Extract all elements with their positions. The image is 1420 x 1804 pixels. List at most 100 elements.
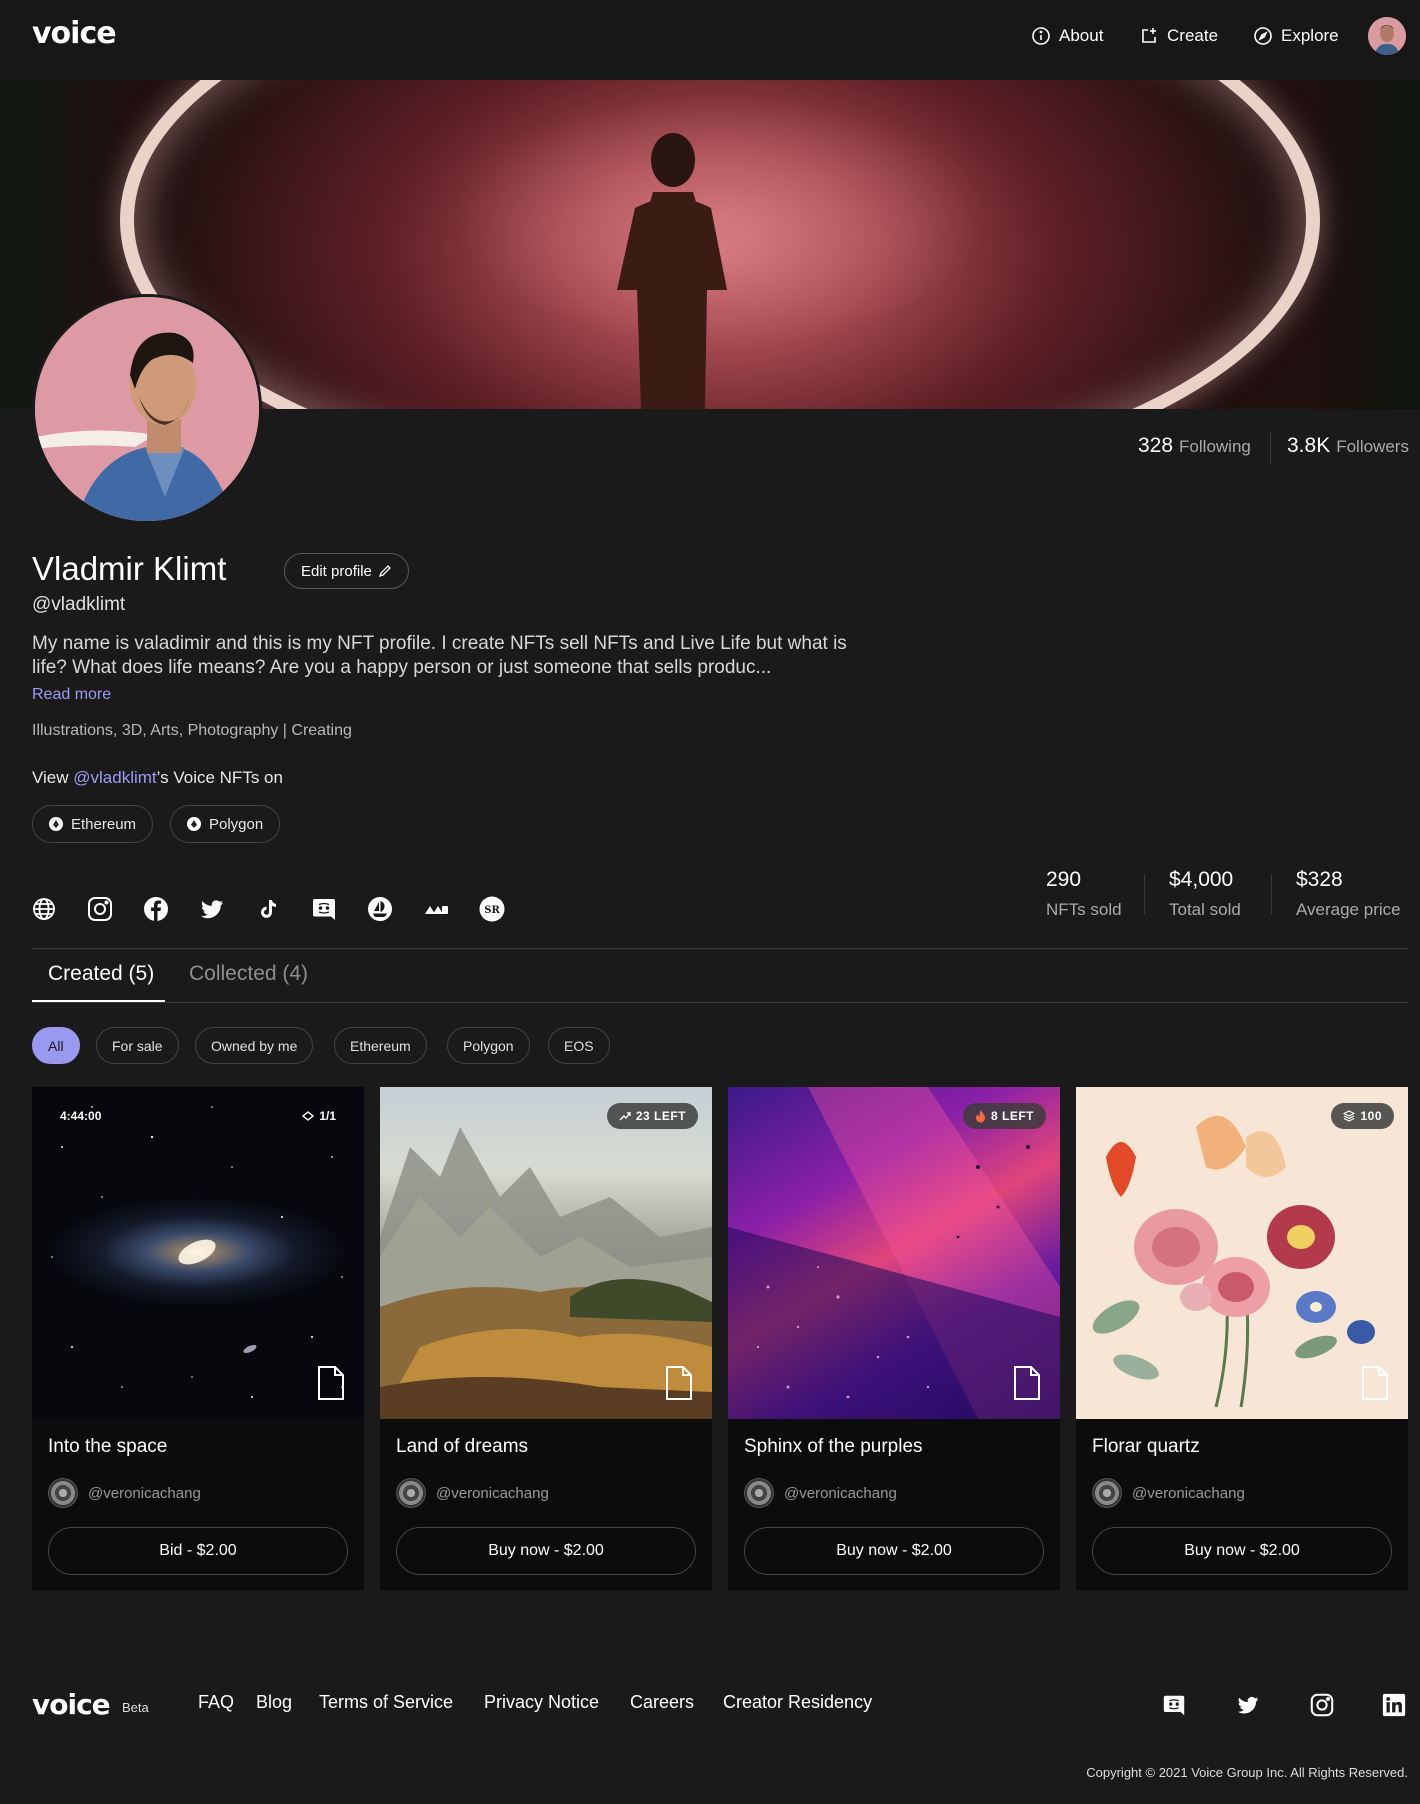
edit-profile-label: Edit profile — [301, 562, 372, 580]
profile-name: Vladmir Klimt — [32, 550, 227, 587]
tab-collected[interactable]: Collected (4) — [189, 962, 308, 986]
nft-image[interactable]: 4:44:00 1/1 — [32, 1087, 364, 1419]
file-icon — [318, 1366, 344, 1400]
view-handle-link[interactable]: @vladklimt — [73, 768, 156, 787]
footer-link-terms[interactable]: Terms of Service — [319, 1692, 453, 1713]
buy-now-button[interactable]: Buy now - $2.00 — [396, 1527, 696, 1575]
trending-icon — [619, 1112, 631, 1121]
bid-button[interactable]: Bid - $2.00 — [48, 1527, 348, 1575]
discord-icon[interactable] — [310, 895, 338, 923]
twitter-icon[interactable] — [198, 895, 226, 923]
layers-icon — [1343, 1110, 1356, 1122]
following-count: 328 — [1138, 434, 1174, 457]
chain-ethereum-button[interactable]: Ethereum — [32, 805, 154, 843]
voice-logo[interactable]: voice — [32, 16, 117, 51]
flame-icon — [975, 1109, 985, 1122]
nfts-sold-stat: 290 NFTs sold — [1046, 868, 1122, 920]
nft-title[interactable]: Land of dreams — [396, 1436, 528, 1458]
nft-creator[interactable]: @veronicachang — [1092, 1478, 1245, 1508]
total-sold-stat: $4,000 Total sold — [1169, 868, 1241, 920]
linkedin-icon[interactable] — [1381, 1692, 1407, 1718]
profile-bio: My name is valadimir and this is my NFT … — [32, 633, 847, 678]
filter-polygon[interactable]: Polygon — [447, 1027, 530, 1064]
footer-link-creator-residency[interactable]: Creator Residency — [723, 1692, 872, 1713]
nft-card[interactable]: 23 LEFT Land of dreams @veronicachang Bu… — [380, 1087, 712, 1590]
tabs-baseline — [32, 1002, 1408, 1003]
profile-photo — [35, 297, 259, 521]
following-stat[interactable]: 328 Following — [1138, 434, 1251, 464]
creator-handle: @veronicachang — [1132, 1484, 1245, 1502]
creator-handle: @veronicachang — [784, 1484, 897, 1502]
filter-ethereum[interactable]: Ethereum — [334, 1027, 427, 1064]
average-price-label: Average price — [1296, 900, 1401, 919]
edition-count: 1/1 — [302, 1109, 336, 1123]
view-nfts-line: View @vladklimt’s Voice NFTs on — [32, 768, 283, 787]
buy-now-button[interactable]: Buy now - $2.00 — [744, 1527, 1044, 1575]
nft-creator[interactable]: @veronicachang — [396, 1478, 549, 1508]
file-icon — [1362, 1366, 1388, 1400]
nav-about[interactable]: About — [1031, 24, 1103, 48]
instagram-icon[interactable] — [86, 895, 114, 923]
nav-explore[interactable]: Explore — [1253, 24, 1339, 48]
total-sold-value: $4,000 — [1169, 868, 1234, 891]
file-icon — [1014, 1366, 1040, 1400]
average-price-value: $328 — [1296, 868, 1343, 891]
tiktok-icon[interactable] — [254, 895, 282, 923]
filter-all[interactable]: All — [32, 1027, 80, 1064]
instagram-icon[interactable] — [1309, 1692, 1335, 1718]
tab-created[interactable]: Created (5) — [48, 962, 154, 986]
followers-stat[interactable]: 3.8K Followers — [1287, 434, 1409, 464]
nft-image[interactable]: 23 LEFT — [380, 1087, 712, 1419]
user-avatar[interactable] — [1368, 17, 1406, 55]
edit-profile-button[interactable]: Edit profile — [284, 553, 409, 589]
svg-text:SR: SR — [484, 905, 500, 916]
rarible-icon[interactable] — [422, 895, 450, 923]
total-sold-label: Total sold — [1169, 900, 1241, 919]
followers-label: Followers — [1336, 437, 1409, 456]
section-divider — [32, 948, 1408, 949]
footer-link-blog[interactable]: Blog — [256, 1692, 292, 1713]
nft-card[interactable]: 100 Florar quartz @veronicachang Buy now… — [1076, 1087, 1408, 1590]
chain-polygon-button[interactable]: Polygon — [170, 805, 281, 843]
discord-icon[interactable] — [1161, 1692, 1187, 1718]
footer-link-privacy[interactable]: Privacy Notice — [484, 1692, 599, 1713]
nav-create-label: Create — [1167, 26, 1219, 45]
stat-divider — [1270, 432, 1271, 464]
nav-about-label: About — [1059, 26, 1104, 45]
creator-avatar — [48, 1478, 78, 1508]
tab-active-indicator — [32, 1000, 165, 1002]
ethereum-icon — [49, 817, 63, 831]
footer-link-careers[interactable]: Careers — [630, 1692, 694, 1713]
footer-link-faq[interactable]: FAQ — [198, 1692, 234, 1713]
following-label: Following — [1179, 437, 1251, 456]
facebook-icon[interactable] — [142, 895, 170, 923]
filter-for-sale[interactable]: For sale — [96, 1027, 179, 1064]
opensea-icon[interactable] — [366, 895, 394, 923]
auction-timer: 4:44:00 — [60, 1109, 102, 1123]
nft-image[interactable]: 8 LEFT — [728, 1087, 1060, 1419]
globe-icon[interactable] — [30, 895, 58, 923]
creator-avatar — [1092, 1478, 1122, 1508]
creator-avatar — [396, 1478, 426, 1508]
footer-logo[interactable]: voice — [32, 1688, 111, 1721]
buy-now-button[interactable]: Buy now - $2.00 — [1092, 1527, 1392, 1575]
filter-owned-by-me[interactable]: Owned by me — [195, 1027, 314, 1064]
twitter-icon[interactable] — [1235, 1692, 1261, 1718]
read-more-link[interactable]: Read more — [32, 686, 111, 704]
filter-eos[interactable]: EOS — [548, 1027, 610, 1064]
nav-create[interactable]: Create — [1139, 24, 1218, 48]
nft-title[interactable]: Into the space — [48, 1436, 167, 1458]
nfts-sold-value: 290 — [1046, 868, 1082, 891]
nft-card[interactable]: 4:44:00 1/1 Into the space @veronicachan… — [32, 1087, 364, 1590]
avatar-image — [1368, 17, 1406, 55]
copyright-text: Copyright © 2021 Voice Group Inc. All Ri… — [1086, 1765, 1408, 1780]
superrare-icon[interactable]: SR — [478, 895, 506, 923]
average-price-stat: $328 Average price — [1296, 868, 1401, 920]
top-nav: voice About Create Explore — [0, 0, 1420, 80]
nft-creator[interactable]: @veronicachang — [48, 1478, 201, 1508]
nft-title[interactable]: Florar quartz — [1092, 1436, 1200, 1458]
nft-card[interactable]: 8 LEFT Sphinx of the purples @veronicach… — [728, 1087, 1060, 1590]
nft-title[interactable]: Sphinx of the purples — [744, 1436, 923, 1458]
nft-image[interactable]: 100 — [1076, 1087, 1408, 1419]
nft-creator[interactable]: @veronicachang — [744, 1478, 897, 1508]
